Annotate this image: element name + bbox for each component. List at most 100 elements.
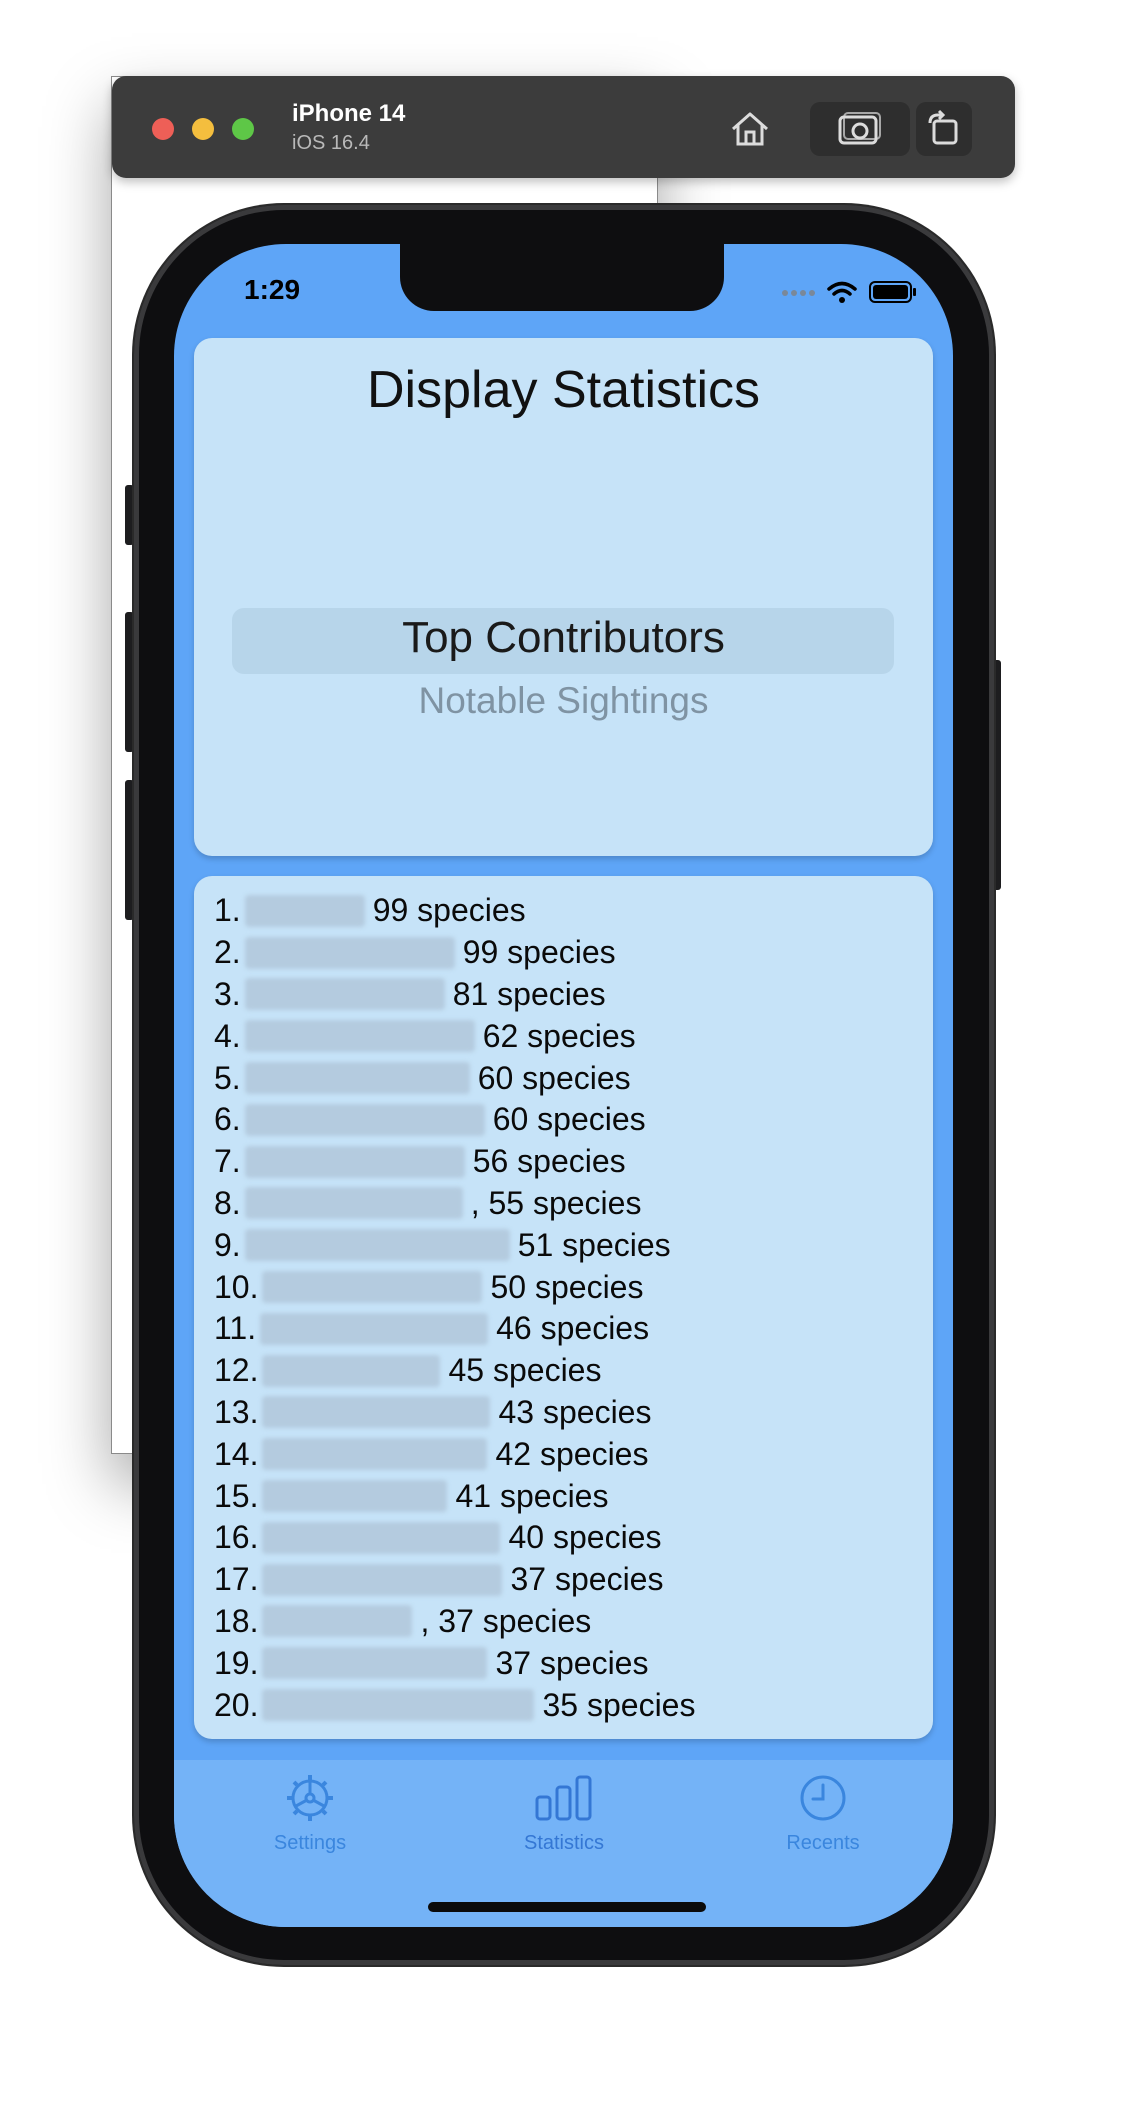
tab-bar: Settings Statistics Recents — [174, 1760, 953, 1927]
bar-chart-icon — [535, 1775, 592, 1821]
contributor-name-redacted — [244, 1020, 475, 1053]
contributor-species-count: 40 species — [508, 1519, 662, 1556]
gear-icon — [287, 1775, 333, 1821]
contributor-name-redacted — [262, 1647, 488, 1680]
contributor-rank: 19. — [214, 1644, 259, 1681]
top-contributors-card: 1. 99 species 2. 99 species 3. 81 species 4. 62… — [194, 876, 933, 1739]
contributor-name-redacted — [244, 894, 365, 927]
statistics-selector-card: Display Statistics Top Contributors Nota… — [194, 338, 933, 856]
tab-statistics[interactable]: Statistics — [494, 1770, 634, 1855]
page-title: Display Statistics — [367, 361, 760, 419]
contributor-name-redacted — [244, 1145, 465, 1178]
volume-up-button — [125, 612, 134, 752]
tab-recents[interactable]: Recents — [753, 1770, 893, 1855]
contributor-name-redacted — [262, 1438, 488, 1471]
contributor-species-count: 60 species — [477, 1059, 631, 1096]
rotate-icon — [928, 109, 958, 145]
contributor-name-redacted — [244, 1187, 463, 1220]
contributor-name-redacted — [244, 1229, 510, 1262]
contributor-name-redacted — [244, 1062, 470, 1095]
contributor-row: 1. 99 species — [214, 890, 933, 932]
screenshot-button[interactable] — [810, 102, 910, 156]
picker-option-top-contributors[interactable]: Top Contributors — [194, 613, 933, 663]
contributor-row: 4. 62 species — [214, 1015, 933, 1057]
contributor-name-redacted — [262, 1521, 501, 1554]
contributor-row: 10. 50 species — [214, 1266, 933, 1308]
contributor-rank: 15. — [214, 1477, 259, 1514]
contributor-species-count: 37 species — [495, 1644, 649, 1681]
contributor-species-count: 37 species — [510, 1561, 664, 1598]
home-icon — [732, 112, 768, 146]
tab-statistics-label: Statistics — [523, 1832, 605, 1854]
contributor-row: 13. 43 species — [214, 1392, 933, 1434]
contributor-species-count: , 55 species — [470, 1184, 642, 1221]
rotate-button[interactable] — [916, 102, 972, 156]
clock-icon — [800, 1775, 846, 1821]
contributor-name-redacted — [262, 1354, 441, 1387]
wifi-icon — [827, 281, 857, 303]
contributor-rank: 9. — [214, 1226, 241, 1263]
contributor-row: 14. 42 species — [214, 1433, 933, 1475]
contributor-row: 7. 56 species — [214, 1141, 933, 1183]
minimize-window-button[interactable] — [192, 118, 214, 140]
contributor-row: 15. 41 species — [214, 1475, 933, 1517]
simulator-toolbar: iPhone 14 iOS 16.4 — [112, 76, 1015, 178]
contributor-species-count: 42 species — [495, 1435, 649, 1472]
mute-switch — [125, 485, 134, 545]
contributor-species-count: , 37 species — [420, 1602, 592, 1639]
contributor-species-count: 35 species — [542, 1686, 696, 1723]
top-contributors-list: 1. 99 species 2. 99 species 3. 81 species 4. 62… — [194, 876, 933, 1726]
volume-down-button — [125, 780, 134, 920]
tab-recents-label: Recents — [786, 1832, 860, 1854]
contributor-rank: 1. — [214, 892, 241, 929]
contributor-name-redacted — [262, 1480, 448, 1513]
contributor-rank: 5. — [214, 1059, 241, 1096]
contributor-species-count: 56 species — [472, 1143, 626, 1180]
contributor-rank: 17. — [214, 1561, 259, 1598]
contributor-row: 5. 60 species — [214, 1057, 933, 1099]
contributor-rank: 3. — [214, 975, 241, 1012]
camera-icon — [838, 112, 881, 145]
contributor-rank: 10. — [214, 1268, 259, 1305]
contributor-row: 6. 60 species — [214, 1099, 933, 1141]
contributor-row: 16. 40 species — [214, 1517, 933, 1559]
tab-settings[interactable]: Settings — [240, 1770, 380, 1855]
contributor-species-count: 43 species — [498, 1393, 652, 1430]
home-button[interactable] — [722, 102, 778, 156]
home-indicator — [428, 1902, 706, 1912]
phone-screen: 1:29 Display Statistics Top Contributors… — [174, 244, 953, 1927]
contributor-rank: 7. — [214, 1143, 241, 1180]
contributor-row: 8. , 55 species — [214, 1183, 933, 1225]
device-name: iPhone 14 — [292, 100, 406, 127]
contributor-species-count: 46 species — [496, 1310, 650, 1347]
picker-option-notable-sightings[interactable]: Notable Sightings — [194, 680, 933, 722]
notch — [400, 244, 724, 311]
close-window-button[interactable] — [152, 118, 174, 140]
status-time: 1:29 — [244, 274, 301, 305]
contributor-rank: 11. — [214, 1310, 257, 1347]
tab-settings-label: Settings — [273, 1832, 347, 1854]
contributor-rank: 20. — [214, 1686, 259, 1723]
contributor-name-redacted — [260, 1312, 489, 1345]
contributor-species-count: 45 species — [448, 1352, 602, 1389]
contributor-rank: 2. — [214, 934, 241, 971]
contributor-rank: 18. — [214, 1602, 259, 1639]
os-version: iOS 16.4 — [292, 132, 370, 154]
contributor-name-redacted — [262, 1689, 535, 1722]
contributor-species-count: 51 species — [517, 1226, 671, 1263]
contributor-rank: 14. — [214, 1435, 259, 1472]
contributor-name-redacted — [244, 936, 455, 969]
contributor-rank: 6. — [214, 1101, 241, 1138]
contributor-row: 20. 35 species — [214, 1684, 933, 1726]
contributor-row: 9. 51 species — [214, 1224, 933, 1266]
contributor-species-count: 41 species — [455, 1477, 609, 1514]
contributor-rank: 12. — [214, 1352, 259, 1389]
contributor-name-redacted — [262, 1271, 483, 1304]
battery-icon — [869, 281, 916, 303]
zoom-window-button[interactable] — [232, 118, 254, 140]
contributor-rank: 8. — [214, 1184, 241, 1221]
contributor-row: 11. 46 species — [214, 1308, 933, 1350]
contributor-species-count: 60 species — [492, 1101, 646, 1138]
contributor-species-count: 99 species — [462, 934, 616, 971]
contributor-name-redacted — [262, 1563, 503, 1596]
